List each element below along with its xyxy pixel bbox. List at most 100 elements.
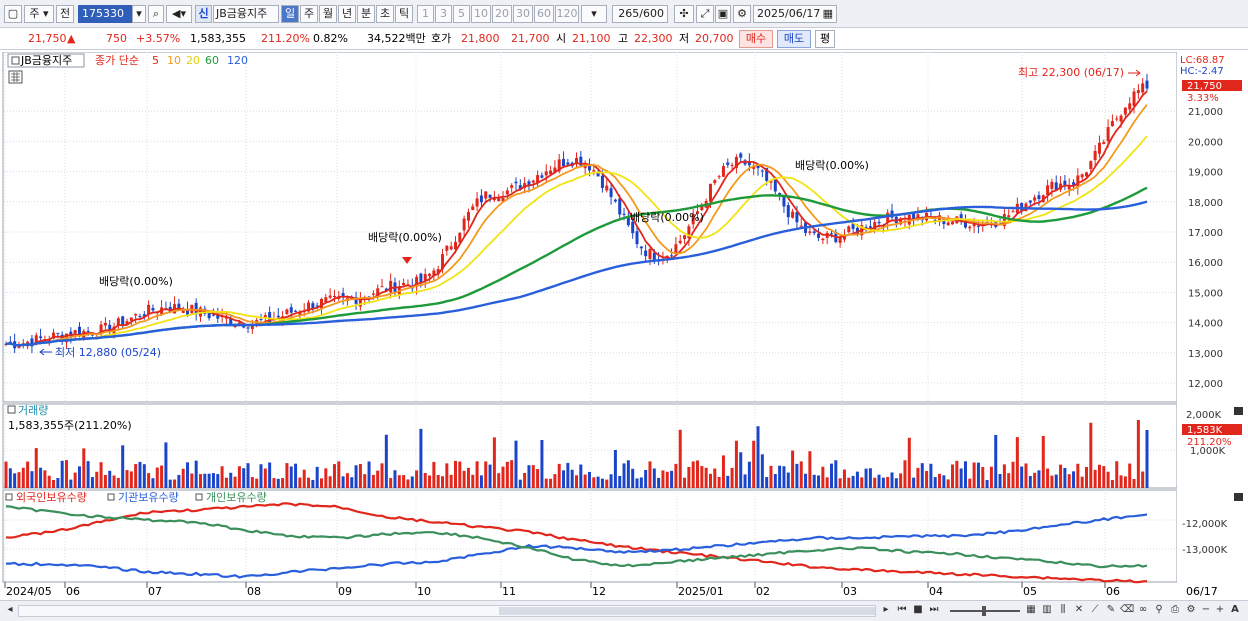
scroll-left-icon[interactable]: ◂ bbox=[4, 603, 16, 619]
volume-bar bbox=[194, 460, 198, 488]
gear-icon[interactable]: ⚙ bbox=[733, 5, 751, 23]
chart-type-icon[interactable]: ▦ bbox=[1024, 603, 1038, 619]
volume-bar bbox=[324, 468, 328, 488]
volume-bar bbox=[873, 477, 877, 488]
pin-icon[interactable]: ⚲ bbox=[1152, 603, 1166, 619]
volume-bar bbox=[842, 469, 846, 488]
tab-second[interactable]: 초 bbox=[376, 5, 394, 23]
stop-icon[interactable]: ■ bbox=[911, 603, 925, 619]
avg-button[interactable]: 평 bbox=[815, 30, 835, 48]
stock-name-field[interactable]: JB금융지주 bbox=[213, 5, 279, 23]
volume-close-icon[interactable] bbox=[1234, 407, 1243, 415]
zoom-out-icon[interactable]: − bbox=[1200, 603, 1212, 619]
interval-30[interactable]: 30 bbox=[513, 5, 533, 23]
interval-dropdown-icon[interactable]: ▾ bbox=[581, 5, 607, 23]
zoom-slider-handle[interactable] bbox=[982, 606, 986, 616]
tab-month[interactable]: 월 bbox=[319, 5, 337, 23]
interval-10[interactable]: 10 bbox=[471, 5, 491, 23]
volume-bar bbox=[596, 476, 600, 488]
print-icon[interactable]: ⎙ bbox=[1168, 603, 1182, 619]
chart-canvas[interactable]: JB금융지주 종가 단순 5 10 20 60 120 최고 22,300 (0… bbox=[0, 51, 1248, 600]
candle-body bbox=[808, 231, 812, 233]
scroll-track[interactable] bbox=[18, 605, 876, 617]
prev-button[interactable]: 전 bbox=[56, 5, 74, 23]
holding-close-icon[interactable] bbox=[1234, 493, 1243, 501]
link-icon[interactable]: ∞ bbox=[1136, 603, 1150, 619]
candle-body bbox=[951, 222, 955, 225]
tab-day[interactable]: 일 bbox=[281, 5, 299, 23]
candle-icon[interactable]: ▥ bbox=[1040, 603, 1054, 619]
line-tool-icon[interactable]: ⟋ bbox=[1088, 603, 1102, 619]
scroll-thumb[interactable] bbox=[499, 607, 875, 615]
interval-3[interactable]: 3 bbox=[435, 5, 452, 23]
buy-button[interactable]: 매수 bbox=[739, 30, 773, 48]
market-select[interactable]: 주 ▾ bbox=[24, 5, 54, 23]
sell-button[interactable]: 매도 bbox=[777, 30, 811, 48]
tab-tick[interactable]: 틱 bbox=[395, 5, 413, 23]
erase-icon[interactable]: ⌫ bbox=[1120, 603, 1134, 619]
volume-bar bbox=[583, 474, 587, 488]
interval-5[interactable]: 5 bbox=[453, 5, 470, 23]
volume-bar bbox=[942, 475, 946, 488]
scroll-right-icon[interactable]: ▸ bbox=[880, 603, 892, 619]
candle-body bbox=[1141, 83, 1145, 93]
interval-20[interactable]: 20 bbox=[492, 5, 512, 23]
x-axis-label: 08 bbox=[247, 585, 261, 598]
candle-body bbox=[609, 188, 613, 198]
x-axis-label: 11 bbox=[502, 585, 516, 598]
save-icon[interactable]: ▣ bbox=[715, 5, 731, 23]
new-badge[interactable]: 신 bbox=[195, 5, 212, 23]
font-size-icon[interactable]: A bbox=[1228, 603, 1242, 619]
volume-bar bbox=[237, 466, 241, 488]
volume-bar bbox=[778, 465, 782, 488]
volume-bar bbox=[168, 479, 172, 488]
cross-icon[interactable]: ✕ bbox=[1072, 603, 1086, 619]
tab-minute[interactable]: 분 bbox=[357, 5, 375, 23]
y-axis-panel bbox=[1177, 52, 1248, 582]
first-icon[interactable]: ⏮ bbox=[895, 603, 909, 619]
candle-body bbox=[713, 180, 717, 184]
interval-60[interactable]: 60 bbox=[534, 5, 554, 23]
window-menu-icon[interactable]: ▢ bbox=[4, 5, 22, 23]
volume-ratio: 211.20% bbox=[261, 32, 310, 45]
compare-icon[interactable]: ⫼ bbox=[1056, 603, 1070, 619]
search-icon[interactable]: ⌕ bbox=[148, 5, 164, 23]
volume-bar bbox=[1024, 463, 1028, 488]
candle-body bbox=[263, 315, 267, 318]
speaker-icon[interactable]: ◀▾ bbox=[166, 5, 192, 23]
tab-year[interactable]: 년 bbox=[338, 5, 356, 23]
count-field[interactable]: 265/600 bbox=[612, 5, 668, 23]
holding-collapse-icon[interactable] bbox=[5, 493, 13, 501]
volume-bar bbox=[799, 461, 803, 488]
zoom-in-icon[interactable]: + bbox=[1214, 603, 1226, 619]
trend-tool-icon[interactable]: ⤢ bbox=[696, 5, 714, 23]
volume-bar bbox=[1050, 475, 1054, 488]
volume-bar bbox=[1054, 474, 1058, 488]
calendar-icon[interactable]: ▦ bbox=[823, 6, 833, 22]
stock-code-input[interactable]: 175330 bbox=[78, 5, 132, 23]
volume-bar bbox=[462, 470, 466, 488]
collapse-icon[interactable] bbox=[11, 56, 20, 65]
candle-body bbox=[419, 273, 423, 283]
volume-bar bbox=[389, 478, 393, 488]
volume-bar bbox=[501, 466, 505, 488]
volume-collapse-icon[interactable] bbox=[7, 405, 16, 414]
interval-120[interactable]: 120 bbox=[555, 5, 579, 23]
volume-bar bbox=[639, 477, 643, 488]
price-tick: 17,000 bbox=[1188, 228, 1223, 239]
date-field[interactable]: 2025/06/17 ▦ bbox=[753, 5, 837, 23]
last-icon[interactable]: ⏭ bbox=[927, 603, 941, 619]
draw-tool-icon[interactable]: ✎ bbox=[1104, 603, 1118, 619]
tab-week[interactable]: 주 bbox=[300, 5, 318, 23]
volume-bar bbox=[968, 478, 972, 488]
volume-bar bbox=[428, 475, 432, 488]
volume-bar bbox=[488, 464, 492, 488]
volume-bar bbox=[587, 471, 591, 488]
volume-bar bbox=[635, 478, 639, 488]
code-dropdown-icon[interactable]: ▾ bbox=[132, 5, 146, 23]
settings-icon[interactable]: ⚙ bbox=[1184, 603, 1198, 619]
volume-bar bbox=[1046, 468, 1050, 488]
interval-1[interactable]: 1 bbox=[417, 5, 434, 23]
chart-tool-icon[interactable]: ✣ bbox=[674, 5, 694, 23]
candle-body bbox=[449, 246, 453, 250]
